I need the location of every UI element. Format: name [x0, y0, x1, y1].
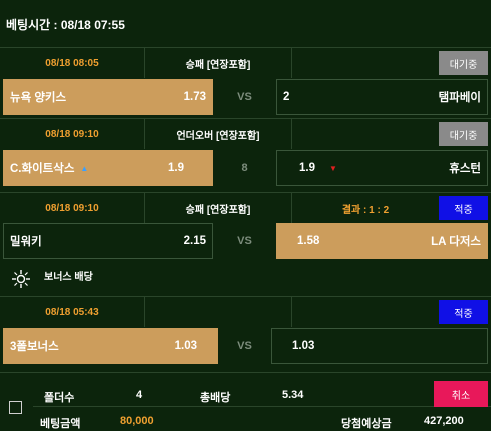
home-team: C.화이트삭스 [10, 163, 75, 175]
away-odds: 1.58 [297, 235, 320, 247]
game-header: 08/18 08:05 승패 [연장포함] 대기중 [0, 47, 491, 78]
home-odds: 1.9 [168, 162, 184, 174]
away-odds: 1.03 [292, 340, 315, 352]
bet-amount-value: 80,000 [120, 415, 154, 427]
away-odds: 1.9 [299, 162, 315, 174]
game-time: 08/18 09:10 [0, 193, 145, 223]
vs-label: VS [237, 235, 252, 247]
home-odds: 1.03 [174, 340, 197, 352]
away-odds-cell[interactable]: 2 탬파베이 [276, 79, 488, 115]
vs-label: VS [237, 340, 252, 352]
handicap-value: 8 [241, 162, 248, 174]
home-odds-cell[interactable]: 뉴욕 양키스 1.73 [3, 79, 213, 115]
game-row: 뉴욕 양키스 1.73 VS 2 탬파베이 [0, 77, 491, 117]
home-team: 뉴욕 양키스 [10, 92, 67, 104]
folder-count-value: 4 [136, 389, 143, 401]
game-row: 밀워키 2.15 VS 1.58 LA 다저스 [0, 221, 491, 261]
result-text: 결과 : 1 : 2 [341, 204, 390, 216]
status-waiting-button[interactable]: 대기중 [439, 51, 488, 75]
bet-slip-footer: 폴더수 4 총배당 5.34 취소 베팅금액 80,000 당첨예상금 427,… [0, 372, 491, 431]
folder-count-label: 폴더수 [44, 392, 75, 404]
away-team: LA 다저스 [431, 236, 481, 248]
home-odds-cell[interactable]: C.화이트삭스 ▲ 1.9 [3, 150, 213, 186]
checkbox-icon[interactable] [9, 401, 22, 414]
home-team: 3폴보너스 [10, 341, 59, 353]
away-odds-cell[interactable]: 1.03 [271, 328, 488, 364]
bet-amount-label: 베팅금액 [40, 418, 81, 430]
status-waiting-button[interactable]: 대기중 [439, 122, 488, 146]
home-odds-cell[interactable]: 밀워키 2.15 [3, 223, 213, 259]
expected-win-value: 427,200 [424, 415, 464, 427]
bonus-title: 보너스 배당 [44, 272, 93, 283]
away-team: 탬파베이 [438, 92, 481, 104]
bet-time: 베팅시간 : 08/18 07:55 [6, 18, 125, 32]
away-team: 휴스턴 [449, 163, 481, 175]
game-header: 08/18 09:10 승패 [연장포함] 결과 : 1 : 2 적중 [0, 192, 491, 223]
status-hit-button[interactable]: 적중 [439, 196, 488, 220]
home-odds: 2.15 [183, 235, 206, 247]
status-hit-button[interactable]: 적중 [439, 300, 488, 324]
total-odds-label: 총배당 [200, 392, 231, 404]
away-odds: 2 [283, 91, 290, 103]
away-odds-cell[interactable]: 1.9 ▼ 휴스턴 [276, 150, 488, 186]
away-odds-cell[interactable]: 1.58 LA 다저스 [276, 223, 488, 259]
divider [33, 406, 491, 407]
market-type: 언더오버 [연장포함] [145, 119, 292, 149]
odds-down-icon: ▼ [329, 163, 337, 173]
game-row: 3폴보너스 1.03 VS 1.03 [0, 326, 491, 366]
game-time: 08/18 05:43 [0, 297, 145, 327]
game-time: 08/18 09:10 [0, 119, 145, 149]
market-type [145, 297, 292, 327]
game-time: 08/18 08:05 [0, 48, 145, 78]
sparkle-icon [12, 270, 30, 288]
result-text [292, 297, 439, 327]
game-header: 08/18 05:43 적중 [0, 296, 491, 327]
result-text [292, 48, 439, 78]
home-odds-cell[interactable]: 3폴보너스 1.03 [3, 328, 218, 364]
vs-label: VS [237, 91, 252, 103]
home-odds: 1.73 [183, 91, 206, 103]
market-type: 승패 [연장포함] [145, 193, 292, 223]
result-text [292, 119, 439, 149]
odds-up-icon: ▲ [80, 163, 89, 173]
market-type: 승패 [연장포함] [145, 48, 292, 78]
game-row: C.화이트삭스 ▲ 1.9 8 1.9 ▼ 휴스턴 [0, 148, 491, 188]
expected-win-label: 당첨예상금 [341, 418, 392, 430]
cancel-button[interactable]: 취소 [434, 381, 488, 407]
total-odds-value: 5.34 [282, 389, 304, 401]
home-team: 밀워키 [10, 236, 42, 248]
game-header: 08/18 09:10 언더오버 [연장포함] 대기중 [0, 118, 491, 149]
